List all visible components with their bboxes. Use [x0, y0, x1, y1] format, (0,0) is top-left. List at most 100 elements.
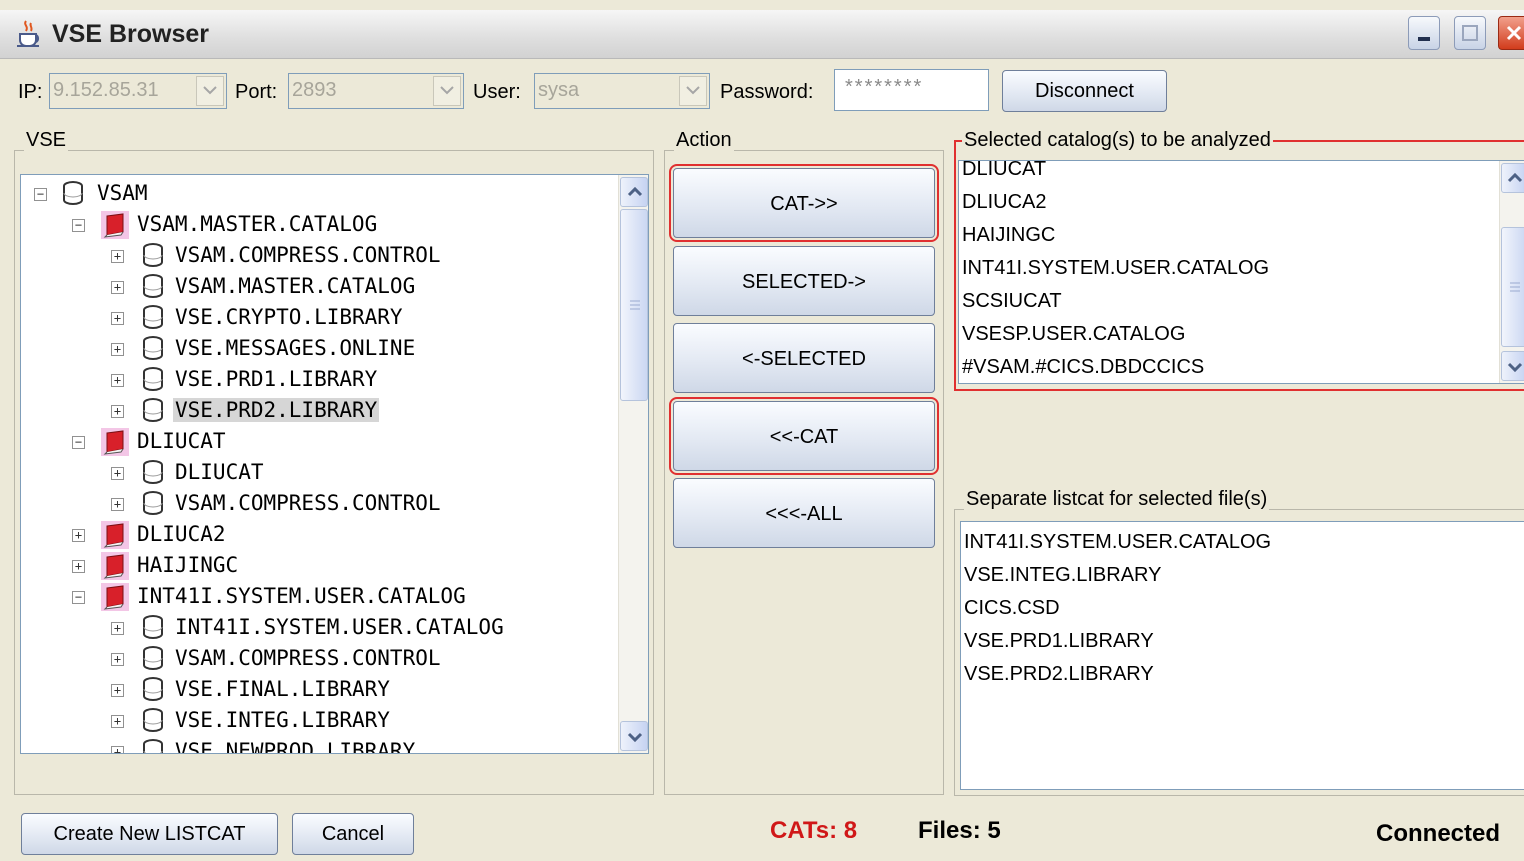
- catalog-book-icon: [101, 521, 129, 549]
- tree-node[interactable]: + VSAM.COMPRESS.CONTROL: [21, 488, 616, 519]
- tree-node[interactable]: + DLIUCAT: [21, 457, 616, 488]
- catalog-list-scrollbar[interactable]: [1499, 161, 1524, 383]
- remove-all-label: <<<-ALL: [765, 503, 843, 525]
- port-combobox[interactable]: 2893: [288, 73, 464, 109]
- user-combobox[interactable]: sysa: [534, 73, 710, 109]
- expand-icon[interactable]: +: [111, 281, 124, 294]
- tree-node[interactable]: + VSE.PRD1.LIBRARY: [21, 364, 616, 395]
- expand-icon[interactable]: +: [111, 684, 124, 697]
- list-item[interactable]: INT41I.SYSTEM.USER.CATALOG: [964, 531, 1271, 554]
- tree-node[interactable]: + VSE.NEWPROD.LIBRARY: [21, 736, 616, 753]
- selected-add-button[interactable]: SELECTED->: [673, 246, 935, 316]
- expand-icon[interactable]: +: [111, 467, 124, 480]
- user-dropdown-button[interactable]: [679, 76, 707, 106]
- tree-node[interactable]: − VSAM.MASTER.CATALOG: [21, 209, 616, 240]
- tree-node[interactable]: + INT41I.SYSTEM.USER.CATALOG: [21, 612, 616, 643]
- list-item[interactable]: VSE.PRD1.LIBRARY: [964, 630, 1154, 653]
- vse-tree[interactable]: − VSAM − VSAM.MASTER.CATALOG + VSAM.COMPRESS.…: [20, 174, 649, 754]
- password-field[interactable]: ********: [834, 69, 989, 111]
- list-item[interactable]: VSESP.USER.CATALOG: [962, 323, 1185, 346]
- expand-icon[interactable]: +: [111, 653, 124, 666]
- remove-all-button[interactable]: <<<-ALL: [673, 478, 935, 548]
- tree-node[interactable]: + VSE.CRYPTO.LIBRARY: [21, 302, 616, 333]
- minimize-button[interactable]: [1408, 16, 1440, 50]
- collapse-icon[interactable]: −: [72, 591, 85, 604]
- tree-node[interactable]: − INT41I.SYSTEM.USER.CATALOG: [21, 581, 616, 612]
- database-icon: [143, 708, 163, 732]
- expand-icon[interactable]: +: [111, 250, 124, 263]
- cat-remove-button[interactable]: <<-CAT: [669, 397, 939, 475]
- tree-node-label: VSAM.MASTER.CATALOG: [175, 274, 416, 298]
- expand-icon[interactable]: +: [111, 622, 124, 635]
- tree-node[interactable]: + VSAM.COMPRESS.CONTROL: [21, 240, 616, 271]
- tree-node-label: VSE.PRD2.LIBRARY: [173, 398, 380, 422]
- expand-icon[interactable]: +: [111, 405, 124, 418]
- maximize-button[interactable]: [1454, 16, 1486, 50]
- list-item[interactable]: DLIUCA2: [962, 191, 1046, 214]
- tree-scrollbar[interactable]: [618, 175, 648, 753]
- selected-remove-label: <-SELECTED: [742, 348, 866, 370]
- disconnect-button[interactable]: Disconnect: [1002, 70, 1167, 112]
- collapse-icon[interactable]: −: [34, 188, 47, 201]
- cancel-button[interactable]: Cancel: [292, 813, 414, 855]
- expand-icon[interactable]: +: [72, 529, 85, 542]
- collapse-icon[interactable]: −: [72, 436, 85, 449]
- tree-node[interactable]: + HAIJINGC: [21, 550, 616, 581]
- expand-icon[interactable]: +: [72, 560, 85, 573]
- tree-node[interactable]: − VSAM: [21, 178, 616, 209]
- tree-node-label: DLIUCA2: [137, 522, 226, 546]
- list-item[interactable]: DLIUCAT: [962, 161, 1046, 181]
- database-icon: [143, 367, 163, 391]
- tree-node[interactable]: + VSE.INTEG.LIBRARY: [21, 705, 616, 736]
- expand-icon[interactable]: +: [111, 715, 124, 728]
- expand-icon[interactable]: +: [111, 498, 124, 511]
- list-item[interactable]: #VSAM.#CICS.DBDCCICS: [962, 356, 1204, 379]
- tree-node[interactable]: + DLIUCA2: [21, 519, 616, 550]
- ip-value: 9.152.85.31: [53, 79, 159, 101]
- tree-node[interactable]: + VSE.MESSAGES.ONLINE: [21, 333, 616, 364]
- list-item[interactable]: SCSIUCAT: [962, 290, 1062, 313]
- list-item[interactable]: HAIJINGC: [962, 224, 1055, 247]
- separate-listcat-title: Separate listcat for selected file(s): [964, 488, 1270, 511]
- database-icon: [63, 181, 83, 205]
- tree-node[interactable]: − DLIUCAT: [21, 426, 616, 457]
- expand-icon[interactable]: +: [111, 343, 124, 356]
- expand-icon[interactable]: +: [111, 746, 124, 753]
- scroll-up-button[interactable]: [1501, 163, 1524, 193]
- cat-add-button[interactable]: CAT->>: [669, 164, 939, 242]
- list-item[interactable]: VSE.PRD2.LIBRARY: [964, 663, 1154, 686]
- scroll-thumb[interactable]: [620, 209, 648, 401]
- port-dropdown-button[interactable]: [433, 76, 461, 106]
- scroll-down-button[interactable]: [620, 721, 648, 751]
- tree-node-label: HAIJINGC: [137, 553, 239, 577]
- tree-node[interactable]: + VSE.FINAL.LIBRARY: [21, 674, 616, 705]
- list-item[interactable]: VSE.INTEG.LIBRARY: [964, 564, 1161, 587]
- scroll-up-button[interactable]: [620, 177, 648, 207]
- list-item[interactable]: CICS.CSD: [964, 597, 1060, 620]
- create-new-listcat-button[interactable]: Create New LISTCAT: [21, 813, 278, 855]
- selected-remove-button[interactable]: <-SELECTED: [673, 323, 935, 393]
- ip-dropdown-button[interactable]: [196, 76, 224, 106]
- collapse-icon[interactable]: −: [72, 219, 85, 232]
- list-item[interactable]: INT41I.SYSTEM.USER.CATALOG: [962, 257, 1269, 280]
- tree-node[interactable]: + VSE.PRD2.LIBRARY: [21, 395, 616, 426]
- cat-remove-label: <<-CAT: [769, 426, 839, 448]
- tree-node-label: VSE.INTEG.LIBRARY: [175, 708, 390, 732]
- chevron-down-icon: [440, 86, 454, 95]
- scroll-down-button[interactable]: [1501, 351, 1524, 381]
- tree-node[interactable]: + VSAM.MASTER.CATALOG: [21, 271, 616, 302]
- chevron-down-icon: [686, 86, 700, 95]
- close-button[interactable]: [1498, 16, 1524, 50]
- chevron-down-icon: [1507, 362, 1523, 372]
- tree-node-label: VSE.MESSAGES.ONLINE: [175, 336, 416, 360]
- grip-icon: [630, 300, 640, 310]
- expand-icon[interactable]: +: [111, 312, 124, 325]
- title-bar[interactable]: VSE Browser: [0, 10, 1524, 59]
- selected-catalogs-list[interactable]: DLIUCAT DLIUCA2 HAIJINGC INT41I.SYSTEM.U…: [958, 160, 1524, 384]
- separate-listcat-list[interactable]: INT41I.SYSTEM.USER.CATALOG VSE.INTEG.LIB…: [960, 521, 1524, 790]
- scroll-thumb[interactable]: [1501, 227, 1524, 347]
- tree-node[interactable]: + VSAM.COMPRESS.CONTROL: [21, 643, 616, 674]
- expand-icon[interactable]: +: [111, 374, 124, 387]
- ip-combobox[interactable]: 9.152.85.31: [49, 73, 227, 109]
- chevron-up-icon: [627, 187, 643, 197]
